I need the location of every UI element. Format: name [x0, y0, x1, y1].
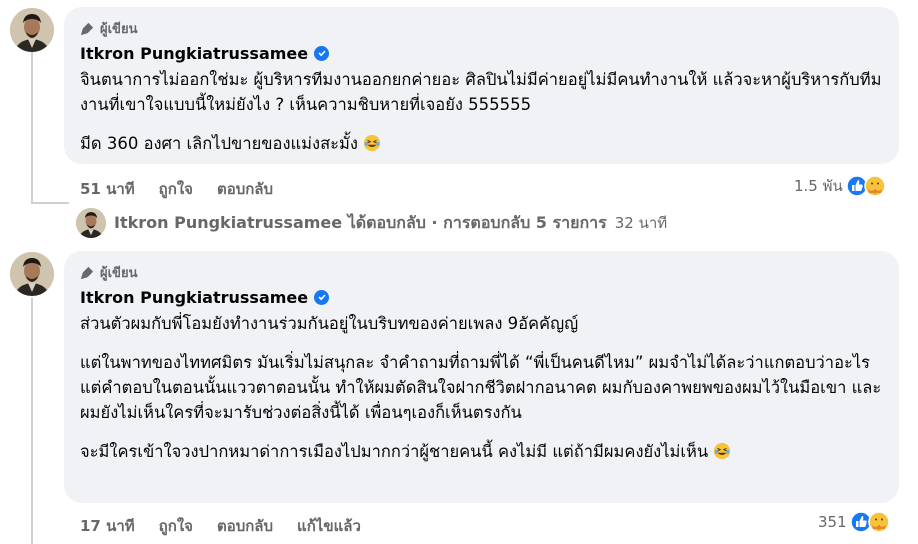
- author-badge: ผู้เขียน: [80, 263, 885, 281]
- reaction-count: 351: [818, 513, 847, 531]
- reply-summary-text: ได้ตอบกลับ · การตอบกลับ 5 รายการ: [347, 212, 607, 232]
- reply-author: Itkron Pungkiatrussamee: [114, 212, 343, 232]
- comment-actions: 51 นาที ถูกใจ ตอบกลับ: [80, 177, 297, 201]
- verified-badge-icon: [314, 45, 330, 61]
- comment-text: จะมีใครเข้าใจวงปากหมาด่าการเมืองไปมากกว่…: [80, 439, 885, 464]
- edited-label[interactable]: แก้ไขแล้ว: [297, 514, 361, 538]
- comment-bubble: ผู้เขียน Itkron Pungkiatrussamee จินตนาก…: [64, 7, 899, 164]
- like-button[interactable]: ถูกใจ: [159, 514, 193, 538]
- author-badge-label: ผู้เขียน: [100, 21, 138, 37]
- reaction-count: 1.5 พัน: [794, 177, 843, 195]
- microphone-icon: [80, 266, 94, 279]
- avatar-image: [76, 208, 106, 238]
- comment-bubble: ผู้เขียน Itkron Pungkiatrussamee ส่วนตัว…: [64, 251, 899, 503]
- comment-text-line: จะมีใครเข้าใจวงปากหมาด่าการเมืองไปมากกว่…: [80, 442, 709, 461]
- thread-connector: [31, 202, 69, 204]
- avatar-image: [10, 252, 54, 296]
- comment-text: จินตนาการไม่ออกใช่มะ ผู้บริหารทีมงานออกย…: [80, 70, 882, 114]
- care-reaction-icon: [864, 175, 886, 197]
- like-button[interactable]: ถูกใจ: [159, 177, 193, 201]
- author-badge: ผู้เขียน: [80, 19, 885, 37]
- reaction-summary[interactable]: 351: [818, 511, 890, 533]
- laughing-emoji-icon: [364, 134, 381, 152]
- avatar[interactable]: [10, 252, 54, 296]
- comment-actions: 17 นาที ถูกใจ ตอบกลับ แก้ไขแล้ว: [80, 514, 385, 538]
- avatar[interactable]: [10, 8, 54, 52]
- laughing-emoji-icon: [714, 442, 731, 460]
- reply-avatar: [76, 208, 106, 238]
- microphone-icon: [80, 22, 94, 35]
- verified-badge-icon: [314, 289, 330, 305]
- author-name[interactable]: Itkron Pungkiatrussamee: [80, 44, 308, 63]
- comment-text: แต่ในพาทของไททศมิตร มันเริ่มไม่สนุกละ จำ…: [80, 353, 882, 422]
- thread-line: [31, 52, 33, 204]
- comment-text: มีด 360 องศา เลิกไปขายของแม่งสะมั้ง: [80, 131, 885, 156]
- avatar-image: [10, 8, 54, 52]
- comment-text-line: มีด 360 องศา เลิกไปขายของแม่งสะมั้ง: [80, 134, 358, 153]
- reply-button[interactable]: ตอบกลับ: [217, 177, 273, 201]
- author-name[interactable]: Itkron Pungkiatrussamee: [80, 288, 308, 307]
- timestamp[interactable]: 17 นาที: [80, 514, 135, 538]
- comment-text: ส่วนตัวผมกับพี่โอมยังทำงานร่วมกันอยู่ในบ…: [80, 314, 579, 333]
- view-replies-link[interactable]: Itkron Pungkiatrussamee ได้ตอบกลับ · การ…: [76, 208, 667, 238]
- care-reaction-icon: [867, 511, 890, 533]
- reply-time: 32 นาที: [614, 214, 668, 232]
- author-badge-label: ผู้เขียน: [100, 265, 138, 281]
- reply-button[interactable]: ตอบกลับ: [217, 514, 273, 538]
- reaction-summary[interactable]: 1.5 พัน: [794, 174, 886, 198]
- thread-line: [31, 298, 33, 544]
- timestamp[interactable]: 51 นาที: [80, 177, 135, 201]
